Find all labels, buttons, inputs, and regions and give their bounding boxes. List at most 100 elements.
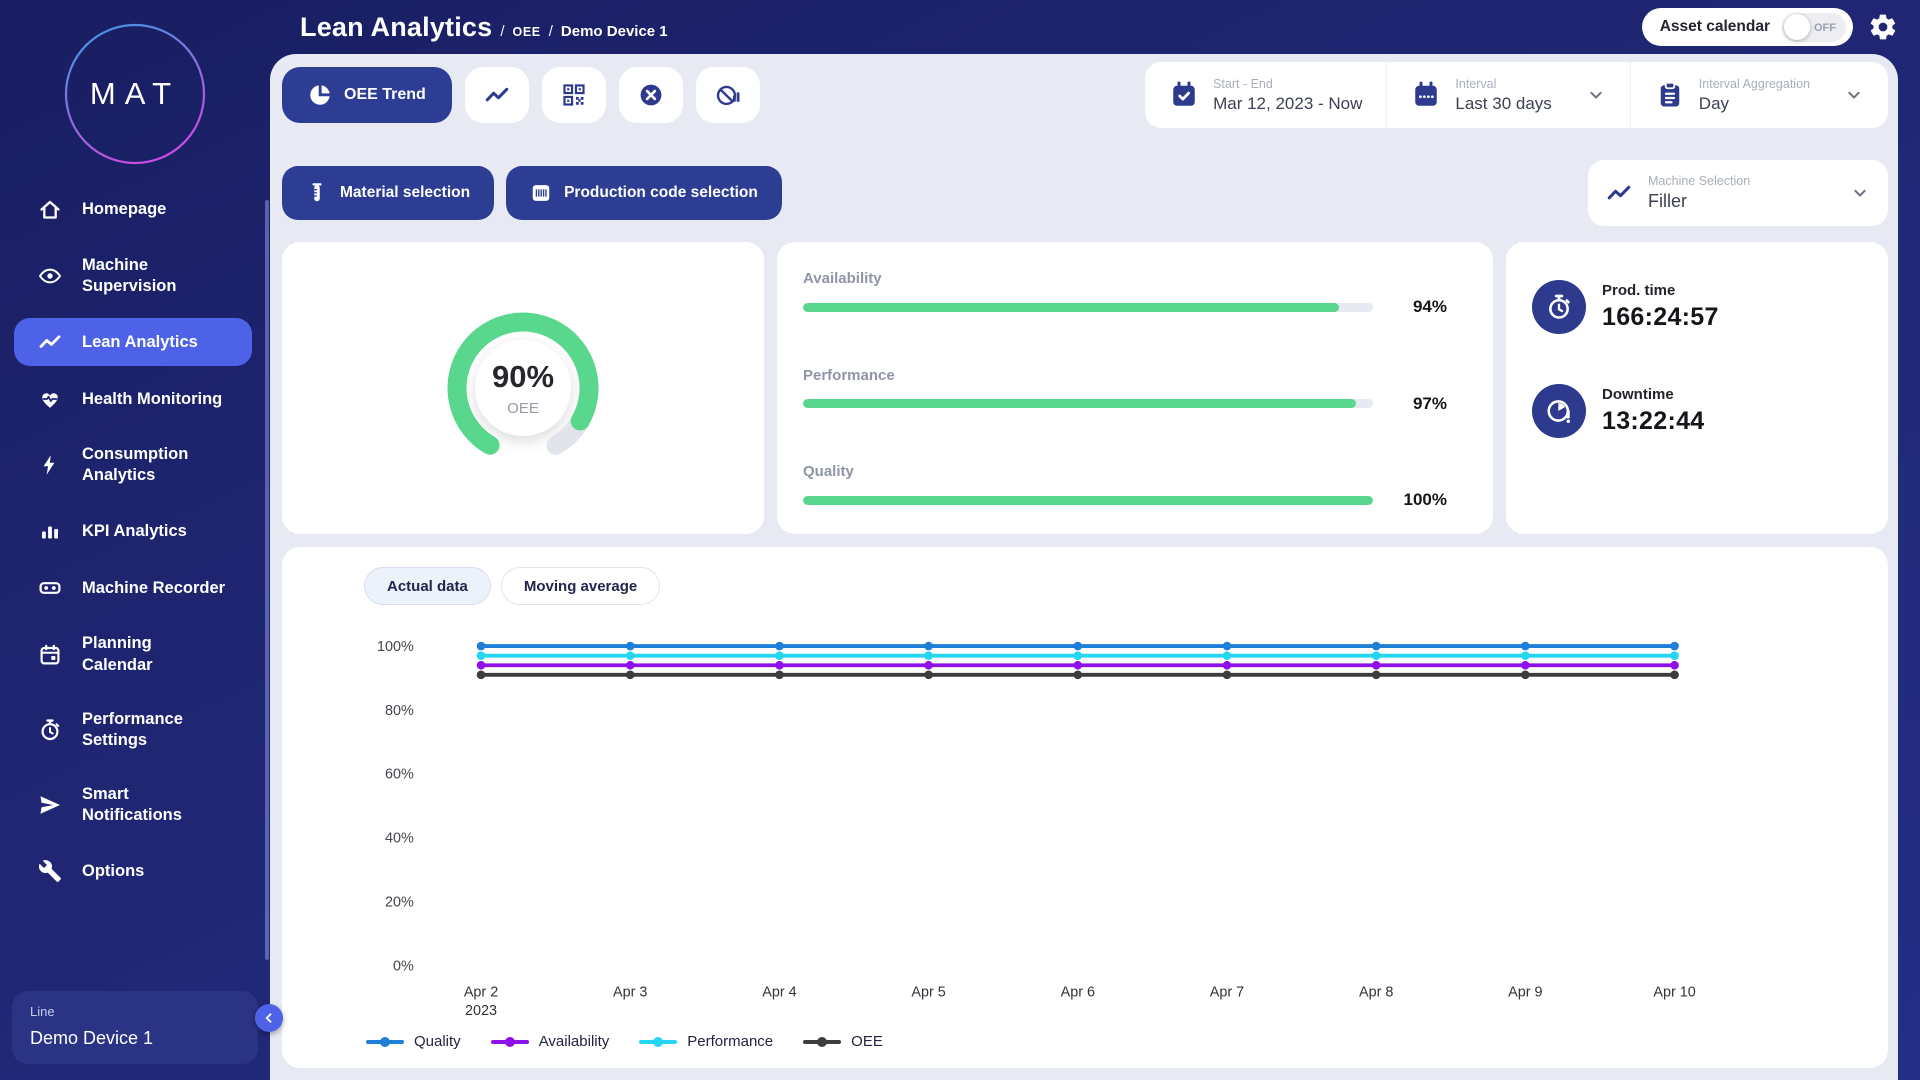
legend-label: Quality xyxy=(414,1033,461,1050)
bar-chart-icon xyxy=(38,519,62,543)
data-point-availability[interactable] xyxy=(626,661,635,670)
sidebar-scrollbar[interactable] xyxy=(265,200,269,960)
tab-no-data-chart[interactable] xyxy=(696,67,760,123)
performance-label: Performance xyxy=(803,367,1447,384)
data-point-availability[interactable] xyxy=(477,661,486,670)
data-point-performance[interactable] xyxy=(626,651,635,660)
legend-item-performance[interactable]: Performance xyxy=(639,1033,773,1050)
data-point-performance[interactable] xyxy=(1223,651,1232,660)
data-point-quality[interactable] xyxy=(1521,642,1530,651)
availability-label: Availability xyxy=(803,270,1447,287)
trend-line-chart: 100%80%60%40%20%0%Apr 22023Apr 3Apr 4Apr… xyxy=(306,623,1864,1033)
interval-filter[interactable]: Interval Last 30 days xyxy=(1386,62,1629,128)
data-point-performance[interactable] xyxy=(775,651,784,660)
calendar-dots-icon xyxy=(1411,80,1441,110)
data-point-quality[interactable] xyxy=(1223,642,1232,651)
chevron-down-icon xyxy=(1844,85,1864,105)
machine-selection-dropdown[interactable]: Machine Selection Filler xyxy=(1588,160,1888,226)
sidebar-item-smart-notifications[interactable]: Smart Notifications xyxy=(14,772,252,838)
data-point-performance[interactable] xyxy=(1670,651,1679,660)
chevron-down-icon xyxy=(1586,85,1606,105)
quality-label: Quality xyxy=(803,463,1447,480)
data-point-oee[interactable] xyxy=(1670,671,1679,680)
aggregation-filter[interactable]: Interval Aggregation Day xyxy=(1630,62,1888,128)
performance-value: 97% xyxy=(1391,394,1447,414)
tab-cancel-circle[interactable] xyxy=(619,67,683,123)
data-point-quality[interactable] xyxy=(1670,642,1679,651)
sidebar-item-performance-settings[interactable]: Performance Settings xyxy=(14,697,252,763)
start-end-filter[interactable]: Start - End Mar 12, 2023 - Now xyxy=(1145,62,1386,128)
sidebar-nav: Homepage Machine Supervision Lean Analytic… xyxy=(0,176,270,985)
data-point-availability[interactable] xyxy=(1372,661,1381,670)
data-point-performance[interactable] xyxy=(1073,651,1082,660)
bolt-icon xyxy=(38,453,62,477)
data-point-oee[interactable] xyxy=(1223,671,1232,680)
legend-item-availability[interactable]: Availability xyxy=(491,1033,610,1050)
header-actions: Asset calendar OFF xyxy=(1642,8,1898,46)
data-point-availability[interactable] xyxy=(1670,661,1679,670)
x-axis-tick: Apr 6 xyxy=(1061,985,1095,1001)
sidebar-item-label: Health Monitoring xyxy=(82,389,222,410)
legend-item-oee[interactable]: OEE xyxy=(803,1033,883,1050)
machine-selection-label: Machine Selection xyxy=(1648,174,1814,188)
data-point-oee[interactable] xyxy=(477,671,486,680)
availability-progress-fill xyxy=(803,303,1339,312)
data-point-quality[interactable] xyxy=(775,642,784,651)
data-point-performance[interactable] xyxy=(1521,651,1530,660)
prod-time-value: 166:24:57 xyxy=(1602,303,1719,332)
asset-calendar-control[interactable]: Asset calendar OFF xyxy=(1642,8,1853,46)
data-point-availability[interactable] xyxy=(1223,661,1232,670)
line-device-card[interactable]: Line Demo Device 1 xyxy=(12,991,258,1064)
sidebar-item-machine-supervision[interactable]: Machine Supervision xyxy=(14,243,252,309)
x-axis-tick: Apr 10 xyxy=(1653,985,1695,1001)
chart-mode-moving-average[interactable]: Moving average xyxy=(501,567,660,605)
data-point-quality[interactable] xyxy=(477,642,486,651)
sidebar: MAT Homepage Machine Supervision Lean Anal… xyxy=(0,0,270,1080)
data-point-availability[interactable] xyxy=(1521,661,1530,670)
data-point-availability[interactable] xyxy=(775,661,784,670)
breadcrumb-oee[interactable]: OEE xyxy=(513,25,541,39)
breadcrumb-device[interactable]: Demo Device 1 xyxy=(561,23,668,40)
gear-icon xyxy=(1868,12,1898,42)
data-point-oee[interactable] xyxy=(1372,671,1381,680)
data-point-oee[interactable] xyxy=(626,671,635,680)
data-point-oee[interactable] xyxy=(1073,671,1082,680)
sidebar-collapse-button[interactable] xyxy=(255,1004,283,1032)
data-point-quality[interactable] xyxy=(1073,642,1082,651)
legend-item-quality[interactable]: Quality xyxy=(366,1033,461,1050)
settings-button[interactable] xyxy=(1868,12,1898,42)
sidebar-item-lean-analytics[interactable]: Lean Analytics xyxy=(14,318,252,366)
data-point-oee[interactable] xyxy=(924,671,933,680)
sidebar-item-consumption-analytics[interactable]: Consumption Analytics xyxy=(14,432,252,498)
data-point-oee[interactable] xyxy=(775,671,784,680)
brand-logo: MAT xyxy=(63,22,207,166)
sidebar-item-kpi-analytics[interactable]: KPI Analytics xyxy=(14,507,252,555)
asset-calendar-toggle[interactable]: OFF xyxy=(1782,13,1846,42)
production-code-selection-button[interactable]: Production code selection xyxy=(506,166,782,220)
sidebar-item-options[interactable]: Options xyxy=(14,847,252,895)
data-point-quality[interactable] xyxy=(626,642,635,651)
data-point-availability[interactable] xyxy=(924,661,933,670)
legend-label: OEE xyxy=(851,1033,883,1050)
y-axis-tick: 40% xyxy=(385,831,414,847)
downtime-row: Downtime 13:22:44 xyxy=(1532,384,1862,438)
x-axis-tick: Apr 7 xyxy=(1210,985,1244,1001)
data-point-quality[interactable] xyxy=(1372,642,1381,651)
sidebar-item-health-monitoring[interactable]: Health Monitoring xyxy=(14,375,252,423)
x-axis-tick: Apr 8 xyxy=(1359,985,1393,1001)
data-point-performance[interactable] xyxy=(924,651,933,660)
data-point-performance[interactable] xyxy=(477,651,486,660)
data-point-oee[interactable] xyxy=(1521,671,1530,680)
chart-mode-actual-data[interactable]: Actual data xyxy=(364,567,491,605)
data-point-quality[interactable] xyxy=(924,642,933,651)
sidebar-item-planning-calendar[interactable]: Planning Calendar xyxy=(14,621,252,687)
tab-oee-trend[interactable]: OEE Trend xyxy=(282,67,452,123)
sidebar-item-label: Planning Calendar xyxy=(82,633,153,675)
tab-trend[interactable] xyxy=(465,67,529,123)
data-point-availability[interactable] xyxy=(1073,661,1082,670)
tab-qr-code[interactable] xyxy=(542,67,606,123)
sidebar-item-machine-recorder[interactable]: Machine Recorder xyxy=(14,564,252,612)
material-selection-button[interactable]: Material selection xyxy=(282,166,494,220)
data-point-performance[interactable] xyxy=(1372,651,1381,660)
sidebar-item-homepage[interactable]: Homepage xyxy=(14,186,252,234)
